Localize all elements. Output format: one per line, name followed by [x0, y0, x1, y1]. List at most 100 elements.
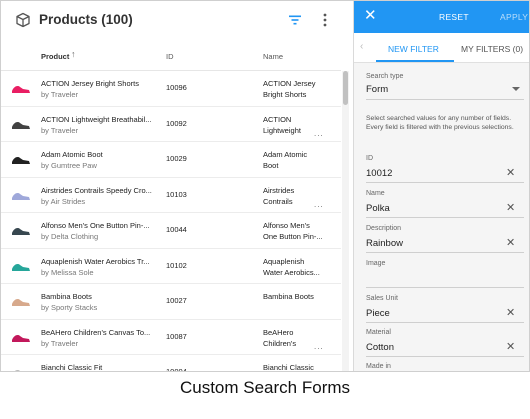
table-row[interactable]: ACTION Lightweight Breathabil... by Trave… [1, 107, 341, 142]
field-sales-unit-label: Sales Unit [366, 295, 398, 302]
truncation-ellipsis: ... [314, 199, 324, 209]
reset-button[interactable]: RESET [439, 12, 469, 22]
apply-button[interactable]: APPLY [500, 12, 528, 22]
chevron-down-icon[interactable] [512, 87, 520, 91]
product-id: 10096 [166, 83, 187, 92]
shoe-icon [11, 188, 31, 202]
product-name: Alfonso Men's One Button Pin-... [41, 221, 150, 230]
tab-my-filters[interactable]: MY FILTERS (0) [461, 44, 523, 54]
page-title: Products (100) [39, 12, 133, 27]
product-name-line1: Bianchi Classic [263, 363, 314, 372]
tab-new-filter[interactable]: NEW FILTER [388, 44, 439, 54]
table-row[interactable]: Adam Atomic Boot by Gumtree Paw 10029 Adam … [1, 142, 341, 178]
clear-name-icon[interactable]: ✕ [506, 201, 515, 214]
boot-icon [11, 294, 31, 308]
table-row[interactable]: Airstrides Contrails Speedy Cro... by Air… [1, 178, 341, 213]
scrollbar-thumb[interactable] [343, 71, 348, 105]
table-row[interactable]: ACTION Jersey Bright Shorts by Traveler 10… [1, 71, 341, 107]
shirt-icon [11, 365, 31, 371]
caption: Custom Search Forms [179, 378, 351, 397]
product-name-line1: Airstrides [263, 185, 295, 195]
field-description-input[interactable]: Rainbow [366, 238, 403, 249]
shoe-icon [11, 330, 31, 344]
column-name[interactable]: Name [263, 52, 283, 61]
product-name: ACTION Lightweight Breathabil... [41, 114, 152, 124]
filter-toolbar: ✕ RESET APPLY [354, 1, 529, 33]
product-list-panel: Products (100) Product ↑ ID Name ACTION … [1, 1, 353, 372]
product-vendor: by Traveler [41, 125, 79, 135]
field-image-label: Image [366, 260, 386, 267]
clear-sales-unit-icon[interactable]: ✕ [506, 306, 515, 319]
product-name-line2: Contrails [263, 196, 293, 206]
product-id: 10103 [166, 189, 187, 199]
product-vendor: by Traveler [41, 90, 79, 99]
shorts-icon [11, 81, 31, 95]
table-row[interactable]: Alfonso Men's One Button Pin-... by Delta… [1, 213, 341, 249]
product-vendor: by Gumtree Paw [41, 161, 97, 170]
scrollbar[interactable] [342, 71, 349, 371]
product-name: Aquaplenish Water Aerobics Tr... [41, 256, 150, 266]
product-name-line2: Lightweight [263, 125, 301, 135]
table-row[interactable]: BeAHero Children's Canvas To... by Travel… [1, 320, 341, 355]
column-id[interactable]: ID [166, 52, 174, 61]
product-name-line1: BeAHero [263, 327, 294, 337]
field-name-input[interactable]: Polka [366, 203, 390, 214]
product-id: 10027 [166, 296, 187, 305]
field-name-label: Name [366, 190, 385, 197]
product-name: BeAHero Children's Canvas To... [41, 327, 151, 337]
field-material-input[interactable]: Cotton [366, 342, 394, 353]
chevron-left-icon[interactable]: ‹ [360, 41, 363, 52]
clear-description-icon[interactable]: ✕ [506, 236, 515, 249]
product-vendor: by Delta Clothing [41, 232, 99, 241]
field-id-label: ID [366, 155, 373, 162]
filter-icon[interactable] [287, 12, 303, 28]
shoe-icon [11, 259, 31, 273]
cube-icon [16, 12, 30, 28]
product-name: Airstrides Contrails Speedy Cro... [41, 185, 152, 195]
product-name-line1: Aquaplenish [263, 256, 305, 266]
field-material-label: Material [366, 329, 391, 336]
product-id: 10044 [166, 225, 187, 234]
more-vert-icon[interactable] [317, 11, 333, 29]
product-vendor: by Sporty Stacks [41, 303, 98, 312]
field-id-input[interactable]: 10012 [366, 168, 392, 179]
product-id: 10092 [166, 118, 187, 128]
close-icon[interactable]: ✕ [364, 8, 377, 24]
field-description-label: Description [366, 225, 402, 232]
jacket-icon [11, 223, 31, 237]
table-row[interactable]: Aquaplenish Water Aerobics Tr... by Melis… [1, 249, 341, 284]
product-name: Bianchi Classic Fit [41, 363, 103, 372]
clear-material-icon[interactable]: ✕ [506, 340, 515, 353]
product-name: Bambina Boots [41, 292, 92, 301]
product-name-line1: Alfonso Men's [263, 221, 310, 230]
app-frame: Products (100) Product ↑ ID Name ACTION … [0, 0, 530, 372]
product-name-line2: Water Aerobics... [263, 267, 320, 277]
product-name-line2: Children's [263, 338, 297, 348]
field-sales-unit-input[interactable]: Piece [366, 308, 390, 319]
sort-asc-icon[interactable]: ↑ [71, 49, 76, 59]
search-type-select[interactable]: Form [366, 84, 388, 95]
search-type-underline [366, 99, 524, 100]
filter-tabs: ‹ NEW FILTER MY FILTERS (0) [354, 33, 529, 63]
field-sales-unit-underline [366, 322, 524, 323]
product-name-line1: Bambina Boots [263, 292, 314, 301]
product-name: Adam Atomic Boot [41, 150, 103, 159]
clear-id-icon[interactable]: ✕ [506, 166, 515, 179]
product-name-line1: ACTION [263, 114, 292, 124]
product-name-line2: Bright Shorts [263, 90, 307, 99]
table-header: Product ↑ ID Name [1, 43, 341, 71]
product-id: 10029 [166, 154, 187, 163]
field-name-underline [366, 217, 524, 218]
product-id: 10004 [166, 367, 187, 372]
filter-panel: ✕ RESET APPLY ‹ NEW FILTER MY FILTERS (0… [353, 1, 529, 371]
boot-icon [11, 152, 31, 166]
active-tab-indicator [376, 60, 454, 62]
product-name-line1: Adam Atomic [263, 150, 308, 159]
product-id: 10102 [166, 260, 187, 270]
product-vendor: by Melissa Sole [41, 267, 94, 277]
table-row[interactable]: Bambina Boots by Sporty Stacks 10027 Bambin… [1, 284, 341, 320]
table-row[interactable]: Bianchi Classic Fit 10004 Bianchi Classic [1, 355, 341, 372]
field-id-underline [366, 182, 524, 183]
column-product[interactable]: Product [41, 52, 69, 61]
product-vendor: by Air Strides [41, 196, 86, 206]
